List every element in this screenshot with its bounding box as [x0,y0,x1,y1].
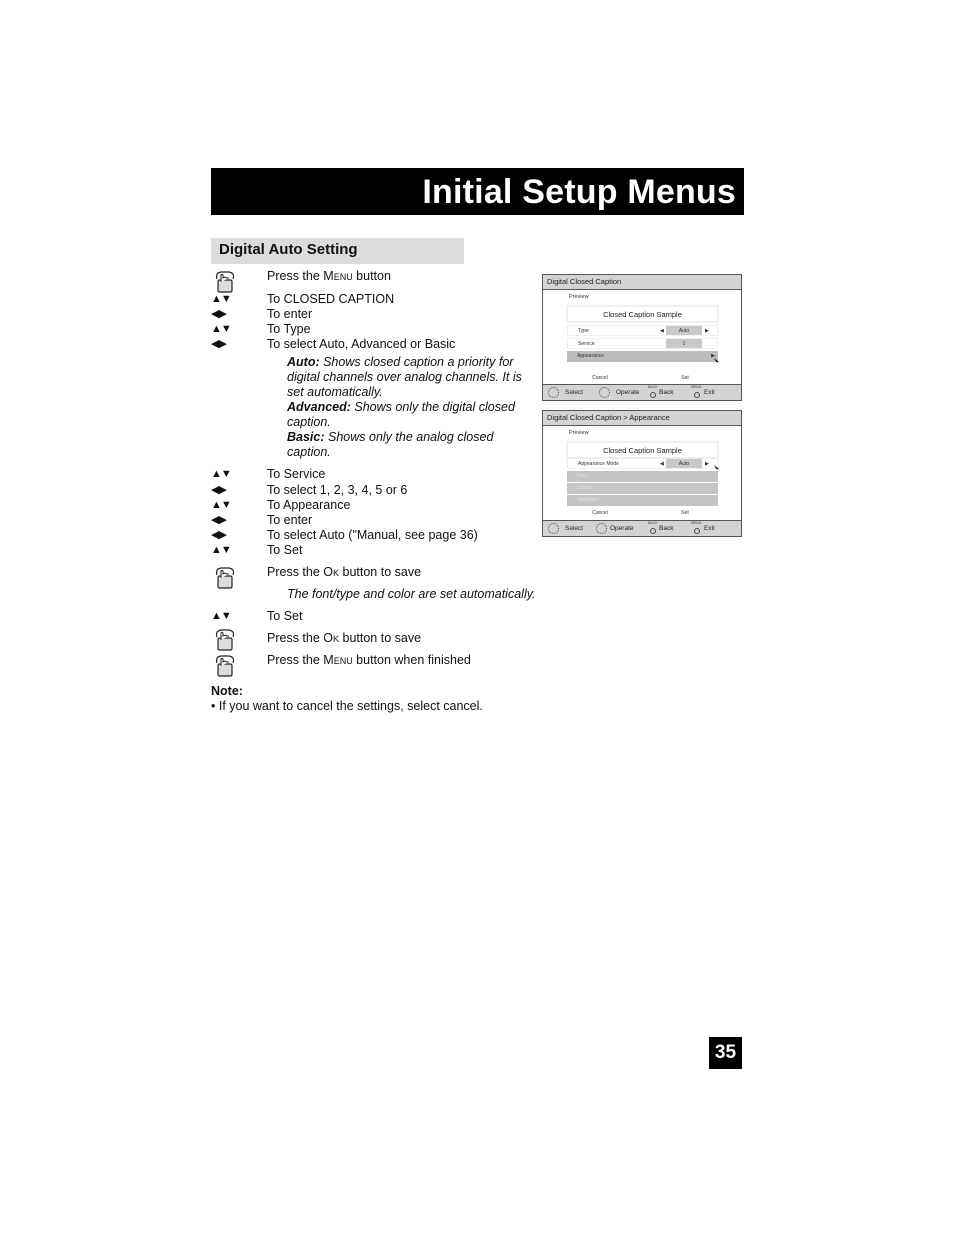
appearance-mode-value: Auto [666,459,702,468]
preview-label: Preview [569,430,589,436]
left-right-arrows-icon: ◀▶ [211,514,227,526]
screen-footer-legend: Select Operate BACK Back MENU Exit [543,384,741,400]
service-value: 1 [666,339,702,348]
menu-button-icon [694,392,700,398]
menu-row-type[interactable]: Type ◀ Auto ▶ [567,325,718,336]
type-descriptions: Auto: Shows closed caption a priority fo… [287,355,537,460]
up-down-arrows-icon: ▲▼ [211,468,232,480]
auto-set-note: The font/type and color are set automati… [287,587,536,601]
step-select-type: ◀▶ To select Auto, Advanced or Basic [211,337,456,351]
desc-advanced: Advanced: Shows only the digital closed … [287,400,515,429]
menu-key-label: Menu [323,269,353,283]
step-to-type: ▲▼ To Type [211,322,311,336]
left-arrow-icon[interactable]: ◀ [660,459,664,470]
cancel-button[interactable]: Cancel [567,509,633,518]
up-down-arrows-icon: ▲▼ [211,499,232,511]
ok-key-label: Ok [323,565,340,579]
desc-basic: Basic: Shows only the analog closed capt… [287,430,494,459]
step-to-closed-caption: ▲▼ To CLOSED CAPTION [211,292,395,306]
cancel-button[interactable]: Cancel [567,374,633,383]
page-title: Initial Setup Menus [422,173,736,211]
step-select-appearance-mode: ◀▶ To select Auto ("Manual, see page 36) [211,528,478,542]
screen-title: Digital Closed Caption [543,275,741,290]
note-item: • If you want to cancel the settings, se… [211,699,483,713]
caption-sample: Closed Caption Sample [567,306,718,322]
screen-digital-closed-caption: Digital Closed Caption Preview Closed Ca… [542,274,742,401]
section-heading: Digital Auto Setting [211,238,464,264]
left-right-arrows-icon: ◀▶ [211,484,227,496]
set-button[interactable]: Set [652,509,718,518]
step-press-menu: Press the Menu button [267,269,391,283]
dpad-icon [548,387,559,398]
section-title: Digital Auto Setting [219,241,358,258]
caption-sample: Closed Caption Sample [567,442,718,458]
screen-footer-legend: Select Operate BACK Back MENU Exit [543,520,741,536]
preview-label: Preview [569,294,589,300]
up-down-arrows-icon: ▲▼ [211,544,232,556]
step-press-ok-save-2: Press the Ok button to save [267,631,422,645]
back-button-icon [650,392,656,398]
page-title-bar: Initial Setup Menus [211,168,744,215]
menu-row-font: Font [567,471,718,482]
dpad-icon [596,523,607,534]
menu-row-appearance-mode[interactable]: Appearance Mode ◀ Auto ▶ [567,458,718,469]
right-arrow-icon[interactable]: ▶ [705,326,709,337]
desc-auto: Auto: Shows closed caption a priority fo… [287,355,522,399]
left-arrow-icon[interactable]: ◀ [660,326,664,337]
step-enter: ◀▶ To enter [211,307,313,321]
right-arrow-icon[interactable]: ▶ [705,459,709,470]
menu-row-appearance[interactable]: Appearance ▶ [567,351,718,362]
back-button-icon [650,528,656,534]
menu-row-service[interactable]: Service 1 [567,338,718,349]
step-press-menu-finished: Press the Menu button when finished [267,653,471,667]
step-to-appearance: ▲▼ To Appearance [211,498,351,512]
screen-appearance: Digital Closed Caption > Appearance Prev… [542,410,742,537]
menu-row-colors: Colors [567,483,718,494]
note-label: Note: [211,684,243,698]
screen-title: Digital Closed Caption > Appearance [543,411,741,426]
step-to-set-2: ▲▼ To Set [211,609,303,623]
step-to-service: ▲▼ To Service [211,467,326,481]
up-down-arrows-icon: ▲▼ [211,293,232,305]
dpad-icon [599,387,610,398]
menu-key-label: Menu [323,653,353,667]
up-down-arrows-icon: ▲▼ [211,323,232,335]
step-press-ok-save: Press the Ok button to save [267,565,422,579]
step-to-set: ▲▼ To Set [211,543,303,557]
ok-key-label: Ok [323,631,340,645]
dpad-icon [548,523,559,534]
left-right-arrows-icon: ◀▶ [211,308,227,320]
menu-button-icon [694,528,700,534]
cursor-pointer-icon [714,358,719,364]
left-right-arrows-icon: ◀▶ [211,338,227,350]
menu-row-opacities: Opacities [567,495,718,506]
left-right-arrows-icon: ◀▶ [211,529,227,541]
type-value: Auto [666,326,702,335]
step-select-service: ◀▶ To select 1, 2, 3, 4, 5 or 6 [211,483,408,497]
page-number: 35 [709,1037,742,1069]
set-button[interactable]: Set [652,374,718,383]
step-enter-appearance: ◀▶ To enter [211,513,313,527]
up-down-arrows-icon: ▲▼ [211,610,232,622]
